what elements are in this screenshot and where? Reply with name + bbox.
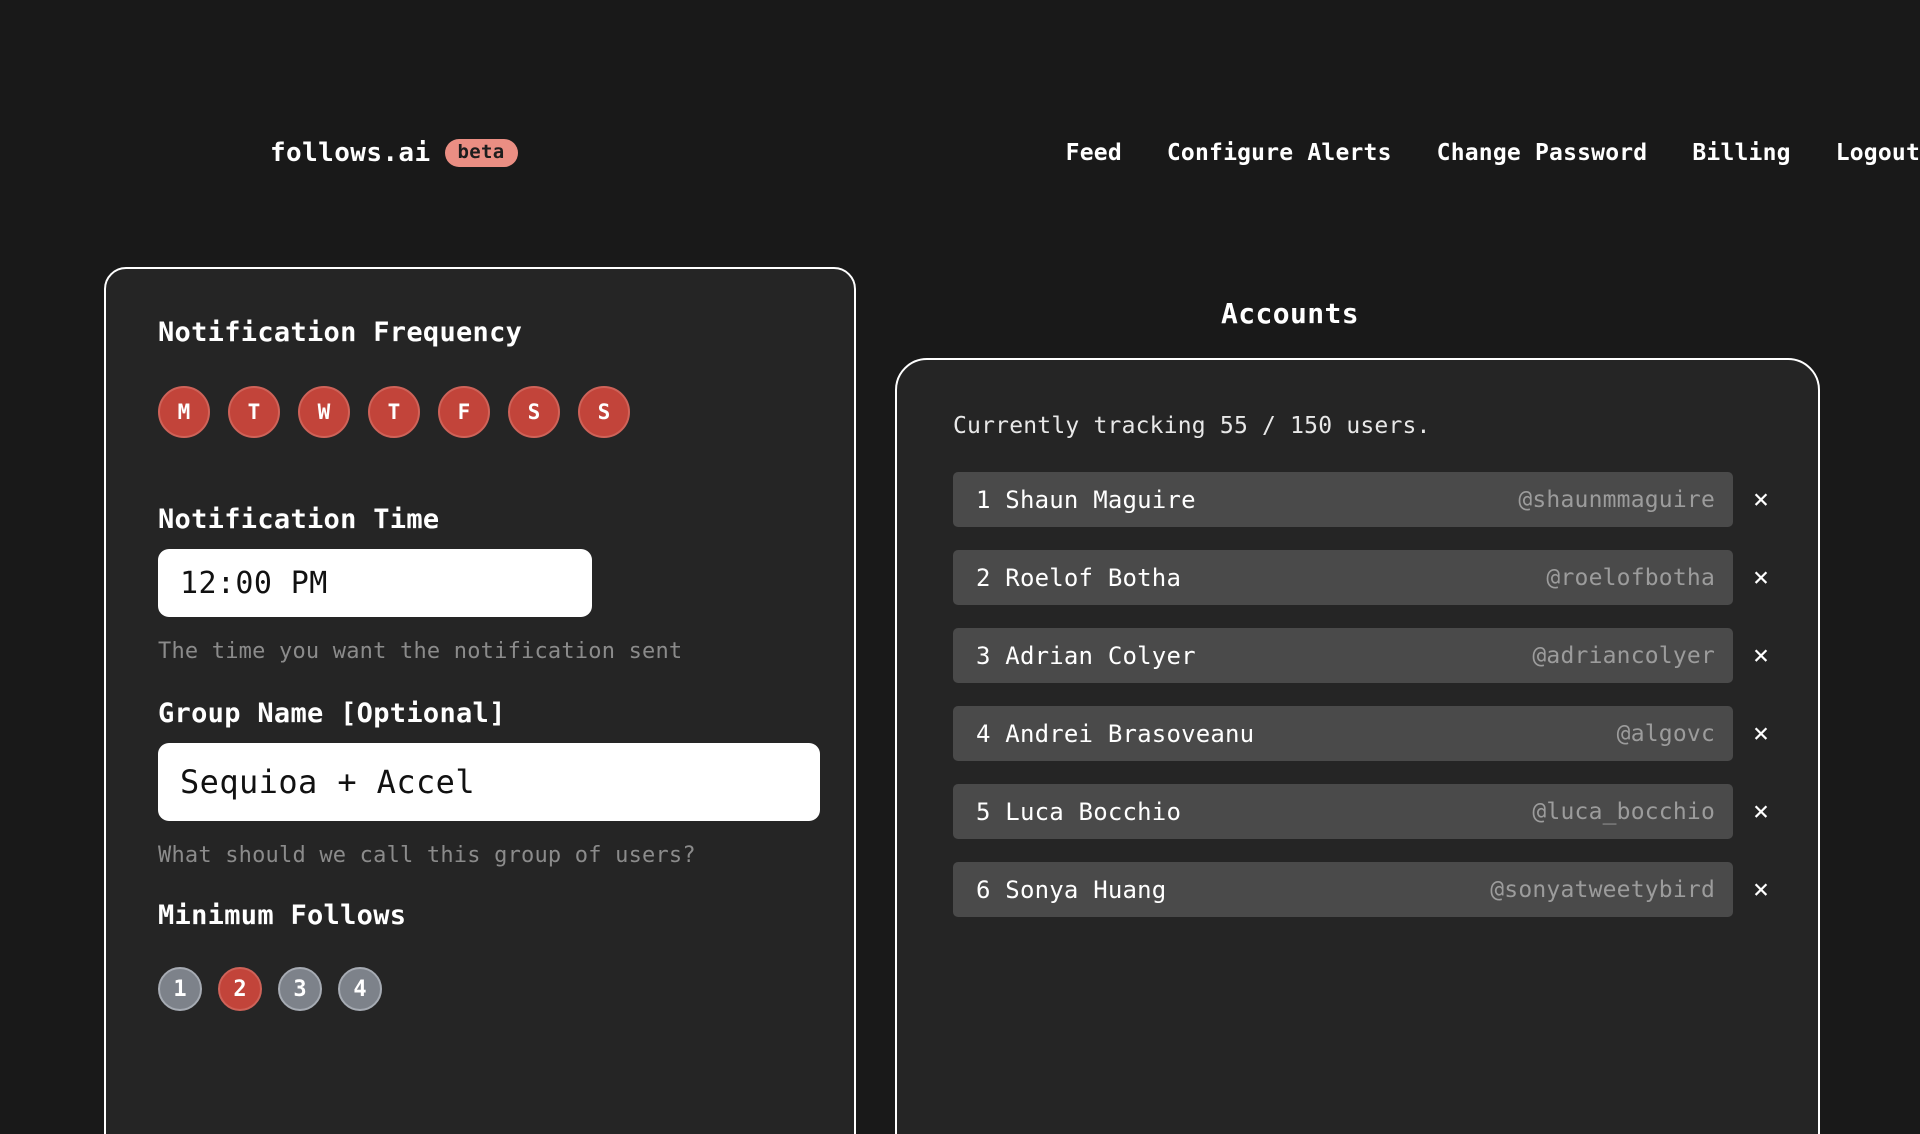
site-header: follows.ai beta Feed Configure Alerts Ch… bbox=[0, 0, 1920, 200]
day-toggle-thursday[interactable]: T bbox=[368, 386, 420, 438]
group-name-section: Group Name [Optional] What should we cal… bbox=[158, 698, 820, 868]
close-icon[interactable]: × bbox=[1733, 706, 1789, 761]
account-handle: @luca_bocchio bbox=[1532, 798, 1715, 825]
main-nav: Feed Configure Alerts Change Password Bi… bbox=[1066, 140, 1920, 166]
list-item: 1 Shaun Maguire @shaunmmaguire × bbox=[953, 472, 1818, 527]
account-row[interactable]: 5 Luca Bocchio @luca_bocchio bbox=[953, 784, 1733, 839]
app-root: follows.ai beta Feed Configure Alerts Ch… bbox=[0, 0, 1920, 1134]
close-icon[interactable]: × bbox=[1733, 862, 1789, 917]
minimum-follows-section: Minimum Follows 1 2 3 4 bbox=[158, 900, 804, 1011]
list-item: 4 Andrei Brasoveanu @algovc × bbox=[953, 706, 1818, 761]
minimum-follows-option-2[interactable]: 2 bbox=[218, 967, 262, 1011]
list-item: 6 Sonya Huang @sonyatweetybird × bbox=[953, 862, 1818, 917]
group-name-label: Group Name [Optional] bbox=[158, 698, 506, 729]
day-toggle-monday[interactable]: M bbox=[158, 386, 210, 438]
account-row[interactable]: 1 Shaun Maguire @shaunmmaguire bbox=[953, 472, 1733, 527]
group-name-input[interactable] bbox=[158, 743, 820, 821]
account-name: 2 Roelof Botha bbox=[976, 563, 1182, 592]
account-row[interactable]: 4 Andrei Brasoveanu @algovc bbox=[953, 706, 1733, 761]
account-name: 4 Andrei Brasoveanu bbox=[976, 719, 1255, 748]
nav-item-logout[interactable]: Logout bbox=[1836, 140, 1920, 166]
close-icon[interactable]: × bbox=[1733, 628, 1789, 683]
list-item: 5 Luca Bocchio @luca_bocchio × bbox=[953, 784, 1818, 839]
day-toggle-saturday[interactable]: S bbox=[508, 386, 560, 438]
account-handle: @roelofbotha bbox=[1546, 564, 1715, 591]
group-name-helper: What should we call this group of users? bbox=[158, 843, 696, 868]
close-icon[interactable]: × bbox=[1733, 472, 1789, 527]
account-name: 5 Luca Bocchio bbox=[976, 797, 1182, 826]
account-name: 1 Shaun Maguire bbox=[976, 485, 1196, 514]
close-icon[interactable]: × bbox=[1733, 784, 1789, 839]
notification-time-input[interactable] bbox=[158, 549, 592, 617]
accounts-panel: Currently tracking 55 / 150 users. 1 Sha… bbox=[895, 358, 1820, 1134]
account-handle: @algovc bbox=[1616, 720, 1715, 747]
minimum-follows-option-4[interactable]: 4 bbox=[338, 967, 382, 1011]
minimum-follows-option-3[interactable]: 3 bbox=[278, 967, 322, 1011]
account-name: 3 Adrian Colyer bbox=[976, 641, 1196, 670]
day-toggle-sunday[interactable]: S bbox=[578, 386, 630, 438]
nav-item-configure-alerts[interactable]: Configure Alerts bbox=[1167, 140, 1392, 166]
nav-item-change-password[interactable]: Change Password bbox=[1437, 140, 1648, 166]
beta-badge: beta bbox=[444, 138, 518, 168]
notification-time-section: Notification Time The time you want the … bbox=[158, 504, 804, 664]
brand-logo[interactable]: follows.ai beta bbox=[270, 138, 518, 168]
account-name: 6 Sonya Huang bbox=[976, 875, 1167, 904]
notification-frequency-label: Notification Frequency bbox=[158, 317, 523, 348]
brand-name: follows.ai bbox=[270, 138, 431, 168]
nav-item-billing[interactable]: Billing bbox=[1692, 140, 1790, 166]
list-item: 2 Roelof Botha @roelofbotha × bbox=[953, 550, 1818, 605]
accounts-page-title: Accounts bbox=[1220, 297, 1360, 330]
day-toggle-friday[interactable]: F bbox=[438, 386, 490, 438]
minimum-follows-option-1[interactable]: 1 bbox=[158, 967, 202, 1011]
tracking-status-text: Currently tracking 55 / 150 users. bbox=[953, 413, 1431, 439]
day-toggle-wednesday[interactable]: W bbox=[298, 386, 350, 438]
alert-settings-panel: Notification Frequency M T W T F S S Not… bbox=[104, 267, 856, 1134]
notification-time-helper: The time you want the notification sent bbox=[158, 639, 683, 664]
minimum-follows-label: Minimum Follows bbox=[158, 900, 407, 931]
day-toggle-tuesday[interactable]: T bbox=[228, 386, 280, 438]
account-row[interactable]: 6 Sonya Huang @sonyatweetybird bbox=[953, 862, 1733, 917]
account-handle: @adriancolyer bbox=[1532, 642, 1715, 669]
list-item: 3 Adrian Colyer @adriancolyer × bbox=[953, 628, 1818, 683]
account-handle: @shaunmmaguire bbox=[1518, 486, 1715, 513]
account-row[interactable]: 2 Roelof Botha @roelofbotha bbox=[953, 550, 1733, 605]
accounts-list: 1 Shaun Maguire @shaunmmaguire × 2 Roelo… bbox=[897, 472, 1818, 917]
minimum-follows-option-group: 1 2 3 4 bbox=[158, 967, 804, 1011]
notification-time-label: Notification Time bbox=[158, 504, 440, 535]
account-row[interactable]: 3 Adrian Colyer @adriancolyer bbox=[953, 628, 1733, 683]
nav-item-feed[interactable]: Feed bbox=[1066, 140, 1122, 166]
account-handle: @sonyatweetybird bbox=[1490, 876, 1715, 903]
close-icon[interactable]: × bbox=[1733, 550, 1789, 605]
notification-frequency-day-group: M T W T F S S bbox=[158, 386, 804, 438]
